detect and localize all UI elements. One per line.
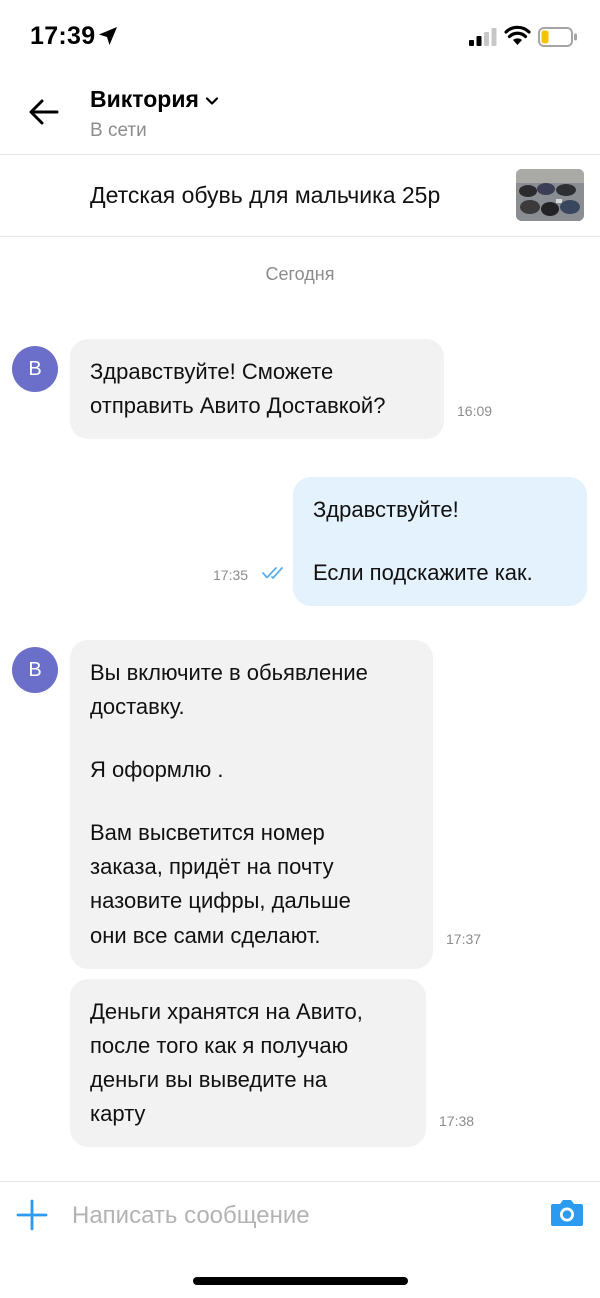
- status-time: 17:39: [30, 22, 96, 50]
- camera-icon[interactable]: [550, 1197, 584, 1227]
- status-bar: 17:39: [0, 0, 600, 74]
- double-check-icon: [262, 567, 283, 579]
- message-time: 17:35: [213, 567, 249, 583]
- battery-icon: [538, 27, 577, 47]
- message-composer: [0, 1181, 600, 1251]
- contact-name: Виктория: [90, 86, 199, 112]
- back-arrow-icon: [29, 99, 59, 125]
- message-text: Здравствуйте!: [313, 497, 459, 522]
- back-button[interactable]: [24, 92, 64, 132]
- listing-item[interactable]: Детская обувь для мальчика 25р: [0, 155, 600, 237]
- incoming-message[interactable]: Вы включите в обьявление доставку. Я офо…: [70, 640, 433, 969]
- date-separator: Сегодня: [265, 264, 335, 284]
- message-input[interactable]: [72, 1197, 532, 1235]
- message-time: 16:09: [457, 403, 493, 419]
- chat-header: Виктория В сети: [0, 74, 600, 154]
- message-text: Вы включите в обьявление доставку.: [90, 660, 368, 720]
- plus-icon[interactable]: [16, 1199, 48, 1231]
- home-indicator: [193, 1277, 408, 1285]
- chevron-down-icon: [205, 97, 218, 105]
- message-text: Я оформлю .: [90, 757, 224, 783]
- avatar[interactable]: В: [12, 647, 58, 693]
- message-text: Деньги хранятся на Авито, после того как…: [90, 999, 363, 1127]
- incoming-message[interactable]: Здравствуйте! Сможете отправить Авито До…: [70, 339, 444, 440]
- cellular-signal-icon: [469, 28, 497, 46]
- listing-divider: [0, 236, 600, 237]
- message-time: 17:37: [446, 931, 482, 947]
- contact-name-dropdown[interactable]: Виктория: [90, 86, 219, 113]
- contact-status: В сети: [90, 120, 147, 141]
- message-text: Здравствуйте! Сможете отправить Авито До…: [90, 359, 386, 419]
- wifi-icon: [504, 25, 531, 45]
- location-arrow-icon: [99, 27, 117, 45]
- message-text: Если подскажите как.: [313, 560, 533, 586]
- outgoing-message[interactable]: Здравствуйте! Если подскажите как.: [293, 477, 587, 607]
- avatar[interactable]: В: [12, 346, 58, 392]
- message-time: 17:38: [439, 1113, 475, 1129]
- listing-title: Детская обувь для мальчика 25р: [90, 182, 441, 208]
- message-text: Вам высветится номер заказа, придёт на п…: [90, 820, 351, 948]
- listing-thumbnail: [516, 169, 584, 221]
- incoming-message[interactable]: Деньги хранятся на Авито, после того как…: [70, 979, 426, 1148]
